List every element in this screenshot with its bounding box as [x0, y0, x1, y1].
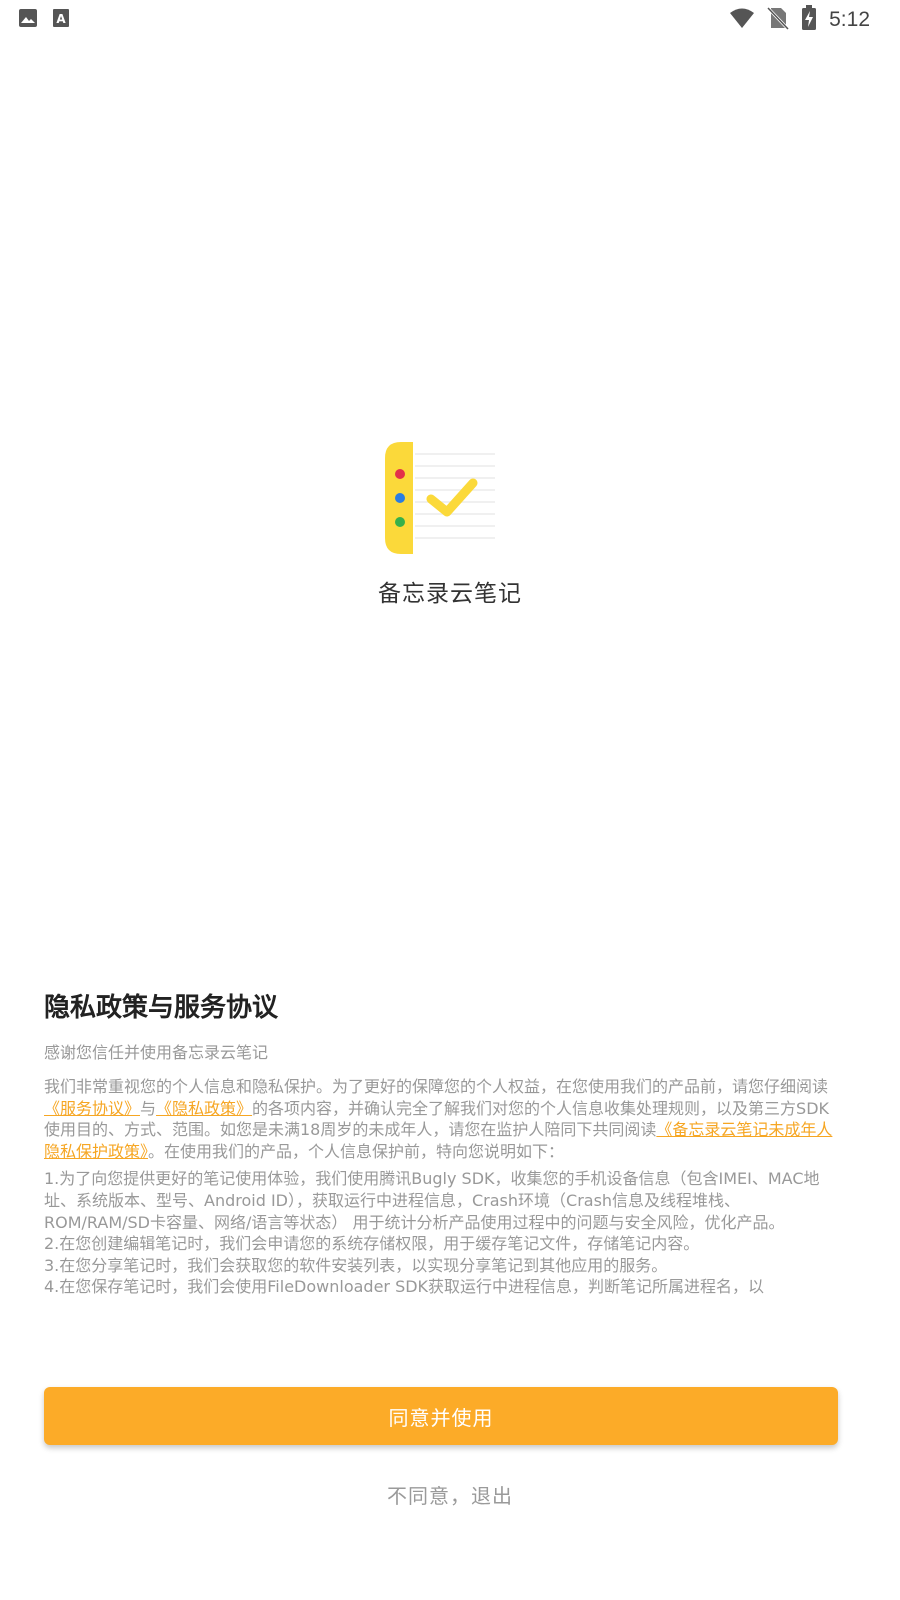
image-icon — [18, 8, 38, 32]
app-name: 备忘录云笔记 — [378, 581, 522, 607]
no-sim-icon — [767, 6, 790, 34]
reject-exit-button[interactable]: 不同意，退出 — [0, 1478, 900, 1514]
intro-text: 我们非常重视您的个人信息和隐私保护。为了更好的保障您的个人权益，在您使用我们的产… — [44, 1077, 829, 1096]
wifi-icon — [729, 7, 755, 33]
agree-button[interactable]: 同意并使用 — [44, 1387, 838, 1445]
svg-text:A: A — [56, 12, 66, 26]
notebook-check-icon — [385, 442, 497, 554]
service-agreement-link[interactable]: 《服务协议》 — [44, 1099, 140, 1118]
policy-intro: 我们非常重视您的个人信息和隐私保护。为了更好的保障您的个人权益，在您使用我们的产… — [44, 1076, 838, 1162]
keyboard-a-icon: A — [52, 8, 70, 32]
privacy-dialog: 隐私政策与服务协议 感谢您信任并使用备忘录云笔记 我们非常重视您的个人信息和隐私… — [44, 990, 838, 1296]
dialog-subtitle: 感谢您信任并使用备忘录云笔记 — [44, 1043, 269, 1062]
policy-text-scroll[interactable]: 我们非常重视您的个人信息和隐私保护。为了更好的保障您的个人权益，在您使用我们的产… — [44, 1076, 838, 1336]
intro-text: 与 — [140, 1098, 157, 1118]
privacy-policy-link[interactable]: 《隐私政策》 — [156, 1099, 252, 1118]
battery-charging-icon — [801, 5, 817, 35]
policy-item: 4.在您保存笔记时，我们会使用FileDownloader SDK获取运行中进程… — [44, 1277, 765, 1297]
dialog-title: 隐私政策与服务协议 — [44, 993, 279, 1023]
policy-item: 2.在您创建编辑笔记时，我们会申请您的系统存储权限，用于缓存笔记文件，存储笔记内… — [44, 1234, 700, 1254]
policy-item: 3.在您分享笔记时，我们会获取您的软件安装列表，以实现分享笔记到其他应用的服务。 — [44, 1255, 668, 1275]
status-time: 5:12 — [829, 8, 870, 31]
policy-item: 1.为了向您提供更好的笔记使用体验，我们使用腾讯Bugly SDK，收集您的手机… — [44, 1169, 820, 1232]
intro-text: 。在使用我们的产品，个人信息保护前，特向您说明如下： — [148, 1141, 565, 1161]
status-bar: A 5:12 — [0, 0, 900, 36]
